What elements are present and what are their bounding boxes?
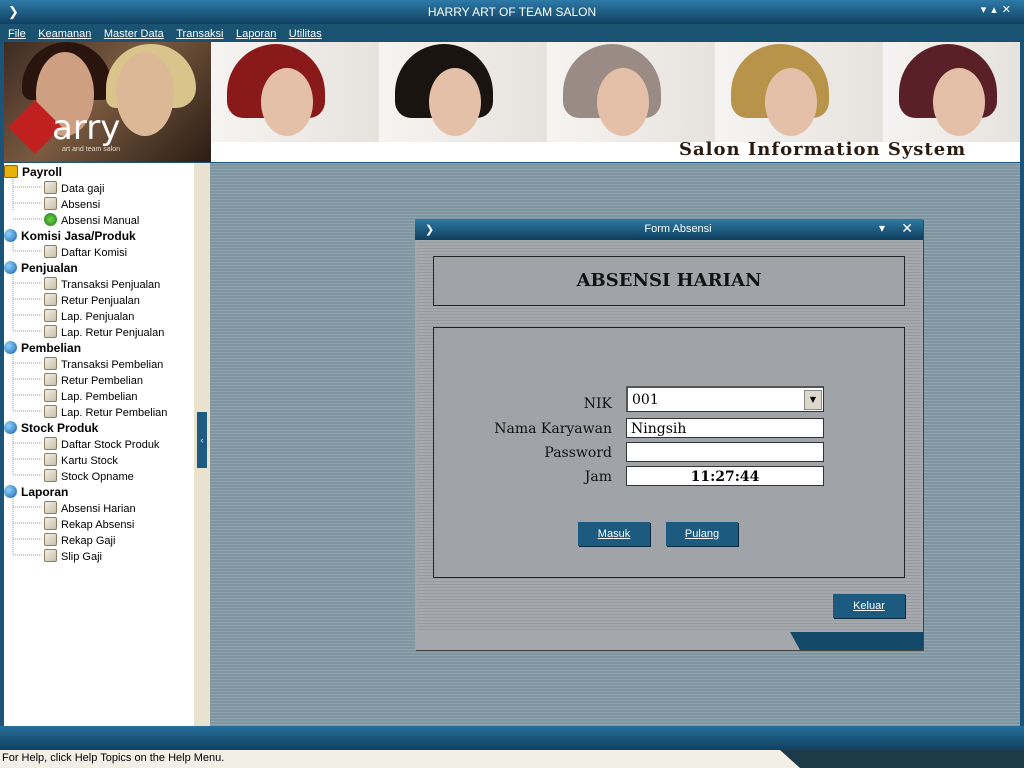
document-icon	[44, 405, 57, 418]
model-photo-2	[379, 42, 547, 142]
menu-keamanan[interactable]: Keamanan	[38, 28, 91, 40]
document-icon	[44, 373, 57, 386]
tree-item-kartu-stock[interactable]: Kartu Stock	[44, 453, 118, 468]
chevron-down-icon[interactable]: ▼	[804, 390, 822, 410]
document-icon	[44, 245, 57, 258]
nik-value: 001	[632, 392, 659, 408]
tree-item-rekap-absensi[interactable]: Rekap Absensi	[44, 517, 134, 532]
dialog-footer	[415, 632, 923, 650]
nik-label: NIK	[583, 396, 612, 412]
status-bar: For Help, click Help Topics on the Help …	[0, 750, 1024, 768]
document-icon	[44, 325, 57, 338]
header-panel: ABSENSI HARIAN	[433, 256, 905, 306]
window-controls[interactable]: ▾▴✕	[981, 3, 1016, 16]
tree-item-slip-gaji[interactable]: Slip Gaji	[44, 549, 102, 564]
dialog-titlebar: ❯ Form Absensi ▾ ✕	[415, 219, 923, 240]
jam-field: 11:27:44	[626, 466, 824, 486]
document-icon	[44, 517, 57, 530]
document-icon	[44, 357, 57, 370]
tree-group-pembelian[interactable]: Pembelian	[4, 341, 81, 356]
model-photo-5	[883, 42, 1020, 142]
nama-karyawan-field[interactable]: Ningsih	[626, 418, 824, 438]
menu-file[interactable]: File	[8, 28, 26, 40]
logo-tagline: art and team salon	[62, 146, 120, 153]
tree-group-stock-produk[interactable]: Stock Produk	[4, 421, 98, 436]
status-text: For Help, click Help Topics on the Help …	[2, 752, 225, 764]
globe-icon	[4, 229, 17, 242]
folder-icon	[4, 165, 18, 178]
tree-item-data-gaji[interactable]: Data gaji	[44, 181, 104, 196]
green-refresh-icon	[44, 213, 57, 226]
tree-item-daftar-komisi[interactable]: Daftar Komisi	[44, 245, 127, 260]
tree-group-laporan[interactable]: Laporan	[4, 485, 68, 500]
tree-item-transaksi-penjualan[interactable]: Transaksi Penjualan	[44, 277, 160, 292]
navigation-tree: Payroll Data gaji Absensi Absensi Manual…	[4, 163, 194, 726]
menu-bar: File Keamanan Master Data Transaksi Lapo…	[0, 24, 1024, 42]
form-heading: ABSENSI HARIAN	[576, 270, 762, 291]
app-title: HARRY ART OF TEAM SALON	[427, 5, 597, 19]
jam-label: Jam	[584, 469, 612, 485]
globe-icon	[4, 485, 17, 498]
banner: arry art and team salon Salon Informatio…	[4, 42, 1020, 162]
close-icon[interactable]: ✕	[901, 220, 913, 237]
document-icon	[44, 197, 57, 210]
globe-icon	[4, 341, 17, 354]
pulang-button[interactable]: Pulang	[666, 522, 738, 546]
document-icon	[44, 293, 57, 306]
dialog-menu-icon[interactable]: ▾	[879, 221, 885, 235]
password-field[interactable]	[626, 442, 824, 462]
form-absensi-dialog: ❯ Form Absensi ▾ ✕ ABSENSI HARIAN NIK 00…	[415, 219, 923, 650]
menu-laporan[interactable]: Laporan	[236, 28, 276, 40]
logo-text: arry	[52, 108, 121, 148]
document-icon	[44, 437, 57, 450]
document-icon	[44, 549, 57, 562]
nik-combobox[interactable]: 001 ▼	[626, 386, 824, 412]
password-label: Password	[544, 445, 612, 461]
document-icon	[44, 309, 57, 322]
sidebar-collapse-handle[interactable]: ‹	[197, 412, 207, 468]
tree-group-payroll[interactable]: Payroll	[4, 165, 62, 180]
system-title: Salon Information System	[679, 139, 967, 160]
keluar-button[interactable]: Keluar	[833, 594, 905, 618]
masuk-button[interactable]: Masuk	[578, 522, 650, 546]
menu-master-data[interactable]: Master Data	[104, 28, 164, 40]
menu-transaksi[interactable]: Transaksi	[176, 28, 223, 40]
tree-item-absensi-manual[interactable]: Absensi Manual	[44, 213, 139, 228]
tree-item-stock-opname[interactable]: Stock Opname	[44, 469, 134, 484]
tree-item-absensi[interactable]: Absensi	[44, 197, 100, 212]
tree-item-absensi-harian[interactable]: Absensi Harian	[44, 501, 136, 516]
bottom-bar	[0, 726, 1024, 750]
tree-item-retur-pembelian[interactable]: Retur Pembelian	[44, 373, 143, 388]
document-icon	[44, 533, 57, 546]
document-icon	[44, 501, 57, 514]
form-panel: NIK 001 ▼ Nama Karyawan Ningsih Password…	[433, 327, 905, 578]
globe-icon	[4, 261, 17, 274]
app-titlebar: ❯ HARRY ART OF TEAM SALON ▾▴✕	[0, 0, 1024, 24]
document-icon	[44, 389, 57, 402]
model-photo-1	[211, 42, 379, 142]
tree-item-transaksi-pembelian[interactable]: Transaksi Pembelian	[44, 357, 163, 372]
tree-item-rekap-gaji[interactable]: Rekap Gaji	[44, 533, 115, 548]
document-icon	[44, 181, 57, 194]
tree-group-komisi[interactable]: Komisi Jasa/Produk	[4, 229, 136, 244]
model-photo-4	[715, 42, 883, 142]
tree-item-daftar-stock-produk[interactable]: Daftar Stock Produk	[44, 437, 159, 452]
document-icon	[44, 453, 57, 466]
tree-item-lap-retur-penjualan[interactable]: Lap. Retur Penjualan	[44, 325, 164, 340]
tree-item-retur-penjualan[interactable]: Retur Penjualan	[44, 293, 140, 308]
menu-utilitas[interactable]: Utilitas	[289, 28, 322, 40]
model-photo-3	[547, 42, 715, 142]
tree-item-lap-retur-pembelian[interactable]: Lap. Retur Pembelian	[44, 405, 167, 420]
nama-karyawan-label: Nama Karyawan	[494, 421, 612, 437]
logo-image: arry art and team salon	[4, 42, 211, 162]
status-panel	[780, 750, 1024, 768]
tree-group-penjualan[interactable]: Penjualan	[4, 261, 78, 276]
dialog-title: Form Absensi	[644, 223, 712, 235]
document-icon	[44, 277, 57, 290]
document-icon	[44, 469, 57, 482]
globe-icon	[4, 421, 17, 434]
tree-item-lap-penjualan[interactable]: Lap. Penjualan	[44, 309, 134, 324]
dialog-body: ABSENSI HARIAN NIK 001 ▼ Nama Karyawan N…	[417, 240, 921, 632]
tree-item-lap-pembelian[interactable]: Lap. Pembelian	[44, 389, 137, 404]
